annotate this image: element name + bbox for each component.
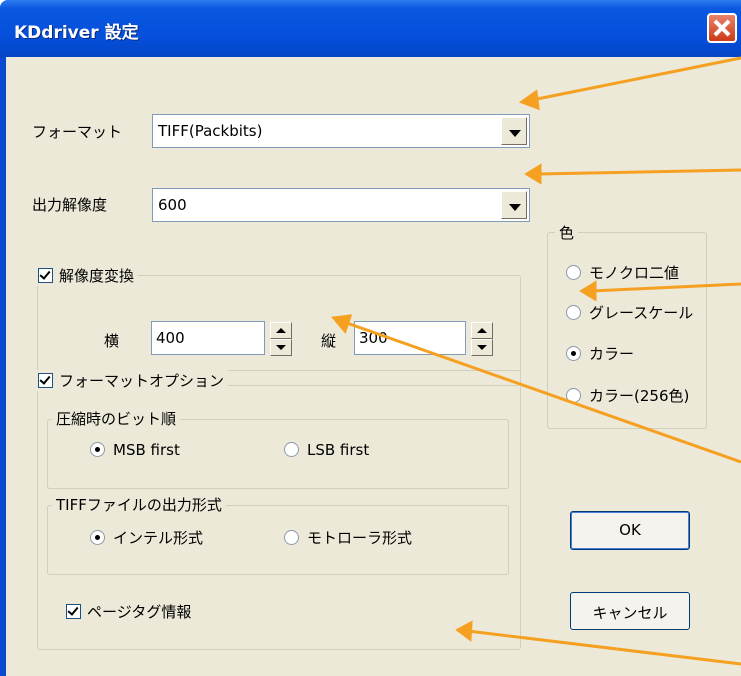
color-option[interactable]: モノクロ二値 <box>566 262 679 283</box>
convert-legend[interactable]: 解像度変換 <box>34 265 139 286</box>
color-option-label: カラー <box>589 345 635 363</box>
ok-button-label: OK <box>619 521 641 539</box>
width-spin-up[interactable] <box>270 322 292 339</box>
color-option-label: カラー(256色) <box>589 387 690 405</box>
radio-lsb-button[interactable] <box>284 442 299 457</box>
cancel-button[interactable]: キャンセル <box>570 592 690 630</box>
page-tag-option[interactable]: ページタグ情報 <box>66 601 191 622</box>
radio-motorola[interactable]: モトローラ形式 <box>284 527 412 548</box>
format-value: TIFF(Packbits) <box>158 122 263 140</box>
dialog-window: KDdriver 設定 フォーマット TIFF(Packbits) 出力解像度 … <box>0 0 741 676</box>
color-option-label: モノクロ二値 <box>589 264 680 282</box>
width-input[interactable]: 400 <box>151 321 265 355</box>
height-spin-down[interactable] <box>471 339 493 356</box>
radio-intel-label: インテル形式 <box>113 529 204 547</box>
radio-intel-button[interactable] <box>90 530 105 545</box>
height-spin-up[interactable] <box>471 322 493 339</box>
radio-lsb[interactable]: LSB first <box>284 441 369 459</box>
color-radio-button[interactable] <box>566 346 581 361</box>
ok-button[interactable]: OK <box>570 511 690 550</box>
width-label: 横 <box>104 332 120 350</box>
format-options-checkbox[interactable] <box>38 373 53 388</box>
height-input[interactable]: 300 <box>354 321 466 355</box>
radio-msb[interactable]: MSB first <box>90 441 180 459</box>
convert-checkbox[interactable] <box>38 268 53 283</box>
height-label: 縦 <box>321 332 337 350</box>
bitorder-legend: 圧縮時のビット順 <box>52 408 181 429</box>
color-option[interactable]: カラー(256色) <box>566 385 689 406</box>
format-options-label: フォーマットオプション <box>59 372 225 390</box>
width-value: 400 <box>156 329 185 347</box>
page-tag-checkbox[interactable] <box>66 604 81 619</box>
color-radio-button[interactable] <box>566 305 581 320</box>
radio-lsb-label: LSB first <box>307 441 370 459</box>
close-icon[interactable] <box>707 13 737 43</box>
resolution-value: 600 <box>158 196 187 214</box>
cancel-button-label: キャンセル <box>592 604 668 622</box>
color-option[interactable]: グレースケール <box>566 302 693 323</box>
color-legend: 色 <box>555 222 579 243</box>
convert-label: 解像度変換 <box>59 267 135 285</box>
chevron-down-icon[interactable] <box>501 191 527 219</box>
window-title: KDdriver 設定 <box>14 23 139 43</box>
resolution-select[interactable]: 600 <box>152 188 530 222</box>
format-select[interactable]: TIFF(Packbits) <box>152 114 530 148</box>
radio-motorola-label: モトローラ形式 <box>307 529 413 547</box>
color-radio-button[interactable] <box>566 265 581 280</box>
dialog-client-area: フォーマット TIFF(Packbits) 出力解像度 600 解像度変換 横 … <box>6 57 741 676</box>
page-tag-label: ページタグ情報 <box>87 603 192 621</box>
color-option[interactable]: カラー <box>566 343 634 364</box>
radio-msb-label: MSB first <box>113 441 180 459</box>
color-radio-button[interactable] <box>566 388 581 403</box>
format-label: フォーマット <box>32 123 123 141</box>
format-options-legend[interactable]: フォーマットオプション <box>34 370 229 391</box>
radio-motorola-button[interactable] <box>284 530 299 545</box>
radio-intel[interactable]: インテル形式 <box>90 527 203 548</box>
resolution-label: 出力解像度 <box>32 196 108 214</box>
tiff-output-legend: TIFFファイルの出力形式 <box>52 494 226 515</box>
height-value: 300 <box>359 329 388 347</box>
width-spin-down[interactable] <box>270 339 292 356</box>
radio-msb-button[interactable] <box>90 442 105 457</box>
color-option-label: グレースケール <box>589 304 694 322</box>
title-bar[interactable]: KDdriver 設定 <box>0 0 741 57</box>
chevron-down-icon[interactable] <box>501 117 527 145</box>
